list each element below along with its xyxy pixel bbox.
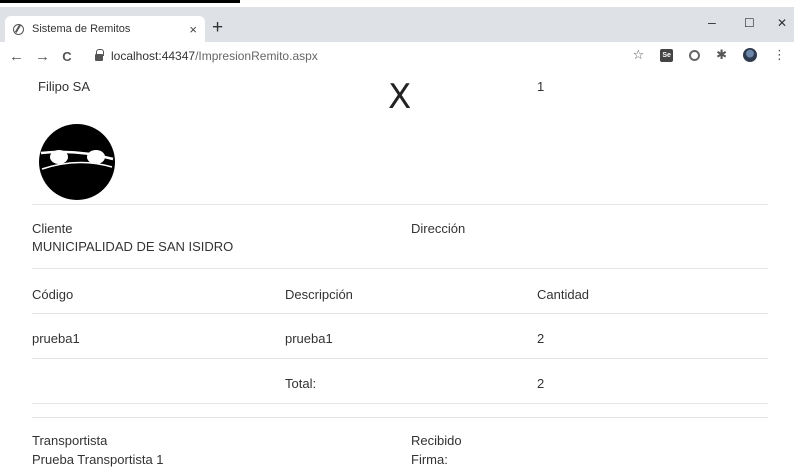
reload-button[interactable]: C bbox=[61, 49, 73, 64]
divider bbox=[32, 268, 768, 269]
top-strip-bar bbox=[0, 0, 240, 3]
window-close-button[interactable]: ✕ bbox=[777, 16, 787, 30]
menu-icon[interactable]: ⋮ bbox=[773, 47, 786, 63]
star-icon[interactable]: ☆ bbox=[632, 47, 644, 63]
company-logo bbox=[39, 124, 115, 200]
forward-button[interactable]: → bbox=[35, 48, 50, 65]
extension-se-icon[interactable]: Se bbox=[660, 48, 674, 62]
new-tab-button[interactable]: + bbox=[212, 16, 223, 40]
document-type-letter: X bbox=[388, 77, 412, 117]
profile-avatar[interactable] bbox=[743, 48, 757, 62]
total-label: Total: bbox=[285, 376, 317, 391]
carrier-value: Prueba Transportista 1 bbox=[32, 452, 164, 467]
divider bbox=[32, 204, 768, 205]
total-value: 2 bbox=[537, 376, 545, 391]
divider bbox=[32, 358, 768, 359]
top-strip bbox=[0, 0, 794, 7]
tab-close-icon[interactable]: × bbox=[189, 22, 197, 37]
divider bbox=[32, 403, 768, 404]
address-label: Dirección bbox=[411, 221, 466, 236]
divider bbox=[32, 417, 768, 418]
extension-circle-icon[interactable] bbox=[689, 49, 701, 61]
header-quantity: Cantidad bbox=[537, 287, 590, 302]
minimize-button[interactable]: – bbox=[708, 14, 716, 30]
maximize-button[interactable]: ☐ bbox=[744, 16, 755, 30]
signature-label: Firma: bbox=[411, 452, 448, 467]
row-quantity: 2 bbox=[537, 331, 545, 346]
back-button[interactable]: ← bbox=[9, 48, 24, 65]
puzzle-icon[interactable]: ✱ bbox=[716, 47, 727, 63]
address-bar[interactable]: localhost:44347/ImpresionRemito.aspx bbox=[111, 49, 318, 63]
tab-title: Sistema de Remitos bbox=[32, 23, 131, 35]
row-code: prueba1 bbox=[32, 331, 80, 346]
globe-icon bbox=[13, 23, 24, 35]
url-path: /ImpresionRemito.aspx bbox=[195, 49, 318, 63]
client-value: MUNICIPALIDAD DE SAN ISIDRO bbox=[32, 239, 234, 254]
carrier-label: Transportista bbox=[32, 433, 108, 448]
company-name: Filipo SA bbox=[38, 79, 91, 94]
browser-chrome: Sistema de Remitos × + – ☐ ✕ ← → C local… bbox=[0, 7, 794, 70]
divider bbox=[32, 313, 768, 314]
header-code: Código bbox=[32, 287, 74, 302]
header-description: Descripción bbox=[285, 287, 353, 302]
browser-tab[interactable]: Sistema de Remitos × bbox=[5, 16, 205, 42]
row-description: prueba1 bbox=[285, 331, 333, 346]
url-host: localhost:44347 bbox=[111, 49, 196, 63]
client-label: Cliente bbox=[32, 221, 73, 236]
received-label: Recibido bbox=[411, 433, 462, 448]
remito-page: Filipo SA X 1 Cliente MUNICIPALIDAD DE S… bbox=[0, 63, 794, 468]
lock-icon[interactable] bbox=[95, 48, 104, 61]
remito-number: 1 bbox=[537, 79, 545, 94]
